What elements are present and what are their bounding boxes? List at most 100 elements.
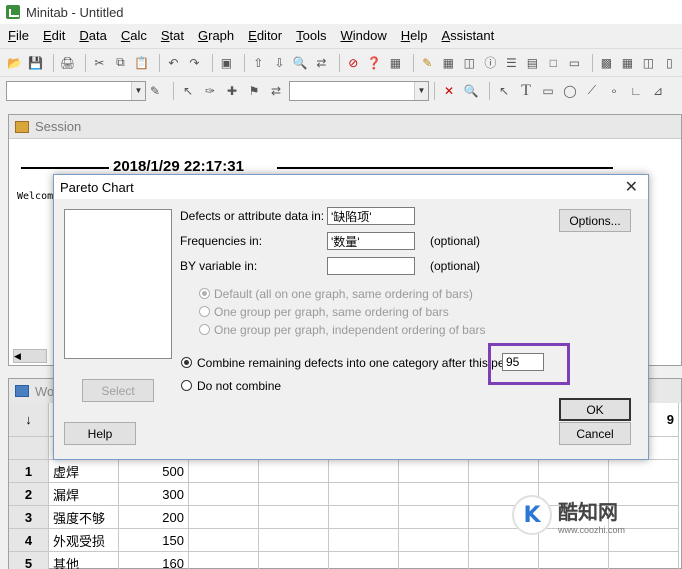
row-number[interactable]: 4 bbox=[9, 529, 49, 552]
ellipse-tool-icon[interactable]: ◯ bbox=[561, 82, 579, 100]
window-icon[interactable]: ▣ bbox=[218, 54, 235, 72]
radio-do-not-combine[interactable] bbox=[181, 380, 192, 391]
table-cell[interactable]: 300 bbox=[119, 483, 189, 506]
table-cell[interactable]: 500 bbox=[119, 460, 189, 483]
table-cell[interactable] bbox=[329, 506, 399, 529]
options-button[interactable]: Options... bbox=[559, 209, 631, 232]
arrow-up-icon[interactable]: ⇧ bbox=[250, 54, 267, 72]
table-cell[interactable] bbox=[609, 460, 679, 483]
menu-assistant[interactable]: Assistant bbox=[441, 28, 494, 43]
variable-listbox[interactable] bbox=[64, 209, 172, 359]
history-icon[interactable]: ☰ bbox=[503, 54, 520, 72]
text-tool-icon[interactable]: T bbox=[517, 82, 535, 100]
radio-default-ordering[interactable] bbox=[199, 288, 210, 299]
menu-data[interactable]: Data bbox=[79, 28, 106, 43]
radio-combine-defects[interactable] bbox=[181, 357, 192, 368]
menu-edit[interactable]: Edit bbox=[43, 28, 65, 43]
rotate-icon[interactable]: ⇄ bbox=[267, 82, 285, 100]
graph-item-combo[interactable]: ▼ bbox=[6, 80, 146, 101]
table-cell[interactable]: 外观受损 bbox=[49, 529, 119, 552]
assistant-icon[interactable]: ▦ bbox=[387, 54, 404, 72]
frequencies-field[interactable]: '数量' bbox=[327, 232, 415, 250]
arrow-down-icon[interactable]: ⇩ bbox=[271, 54, 288, 72]
close-icon[interactable]: ✕ bbox=[625, 177, 638, 197]
polyline-tool-icon[interactable]: ∟ bbox=[627, 82, 645, 100]
table-cell[interactable] bbox=[399, 506, 469, 529]
line-tool-icon[interactable]: ⟋ bbox=[583, 82, 601, 100]
undo-icon[interactable]: ↶ bbox=[165, 54, 182, 72]
table-cell[interactable]: 150 bbox=[119, 529, 189, 552]
table-cell[interactable] bbox=[259, 529, 329, 552]
table-cell[interactable]: 160 bbox=[119, 552, 189, 569]
table-cell[interactable] bbox=[189, 506, 259, 529]
menu-graph[interactable]: Graph bbox=[198, 28, 234, 43]
select-arrow-icon[interactable]: ↖ bbox=[179, 82, 197, 100]
table-cell[interactable] bbox=[329, 483, 399, 506]
table-cell[interactable] bbox=[259, 460, 329, 483]
table-cell[interactable] bbox=[399, 460, 469, 483]
chevron-down-icon[interactable]: ▼ bbox=[131, 81, 145, 100]
cancel-icon[interactable]: ⊘ bbox=[345, 54, 362, 72]
select-button[interactable]: Select bbox=[82, 379, 154, 402]
brush-icon[interactable]: ✑ bbox=[201, 82, 219, 100]
byvar-field[interactable] bbox=[327, 257, 415, 275]
menu-editor[interactable]: Editor bbox=[248, 28, 282, 43]
info-icon[interactable]: ⓘ bbox=[482, 54, 499, 72]
table-cell[interactable] bbox=[539, 552, 609, 569]
table-cell[interactable] bbox=[189, 460, 259, 483]
report-icon[interactable]: ▤ bbox=[524, 54, 541, 72]
find-icon[interactable]: 🔍 bbox=[292, 54, 309, 72]
row-number[interactable] bbox=[9, 437, 49, 460]
cut-icon[interactable]: ✂ bbox=[91, 54, 108, 72]
table-cell[interactable]: 200 bbox=[119, 506, 189, 529]
defects-field[interactable]: '缺陷项' bbox=[327, 207, 415, 225]
help-icon[interactable]: ❓ bbox=[366, 54, 383, 72]
table-cell[interactable] bbox=[189, 552, 259, 569]
table-cell[interactable] bbox=[259, 483, 329, 506]
table-cell[interactable]: 强度不够 bbox=[49, 506, 119, 529]
font-combo[interactable]: ▼ bbox=[289, 80, 429, 101]
table-cell[interactable] bbox=[469, 552, 539, 569]
table-cell[interactable] bbox=[539, 460, 609, 483]
copy-icon[interactable]: ⧉ bbox=[112, 54, 129, 72]
table-cell[interactable] bbox=[399, 552, 469, 569]
table-cell[interactable]: 虚焊 bbox=[49, 460, 119, 483]
table-cell[interactable] bbox=[329, 552, 399, 569]
table-cell[interactable] bbox=[329, 529, 399, 552]
table-cell[interactable]: 漏焊 bbox=[49, 483, 119, 506]
table-cell[interactable] bbox=[259, 506, 329, 529]
grid-icon[interactable]: ▦ bbox=[619, 54, 636, 72]
help-button[interactable]: Help bbox=[64, 422, 136, 445]
menu-help[interactable]: Help bbox=[401, 28, 428, 43]
table-cell[interactable] bbox=[189, 529, 259, 552]
worksheet-icon[interactable]: ▦ bbox=[440, 54, 457, 72]
row-number[interactable]: 3 bbox=[9, 506, 49, 529]
session-scrollbar[interactable]: ◀ bbox=[13, 349, 47, 363]
tile-icon[interactable]: ▯ bbox=[661, 54, 678, 72]
menu-window[interactable]: Window bbox=[340, 28, 386, 43]
delete-icon[interactable]: ✕ bbox=[440, 82, 458, 100]
layout-icon[interactable]: ▩ bbox=[598, 54, 615, 72]
row-number[interactable]: 2 bbox=[9, 483, 49, 506]
table-cell[interactable] bbox=[399, 483, 469, 506]
chevron-down-icon[interactable]: ▼ bbox=[414, 81, 428, 100]
table-cell[interactable] bbox=[189, 483, 259, 506]
split-icon[interactable]: ◫ bbox=[640, 54, 657, 72]
table-cell[interactable]: 其他 bbox=[49, 552, 119, 569]
edit-item-icon[interactable]: ✎ bbox=[146, 82, 164, 100]
polygon-tool-icon[interactable]: ⊿ bbox=[649, 82, 667, 100]
replace-icon[interactable]: ⇄ bbox=[313, 54, 330, 72]
graphs-icon[interactable]: ◫ bbox=[461, 54, 478, 72]
flag-icon[interactable]: ⚑ bbox=[245, 82, 263, 100]
row-number[interactable]: 5 bbox=[9, 552, 49, 569]
redo-icon[interactable]: ↷ bbox=[186, 54, 203, 72]
ok-button[interactable]: OK bbox=[559, 398, 631, 421]
zoom-icon[interactable]: 🔍 bbox=[462, 82, 480, 100]
scroll-left-icon[interactable]: ◀ bbox=[14, 351, 21, 362]
pointer-icon[interactable]: ↖ bbox=[495, 82, 513, 100]
paste-icon[interactable]: 📋 bbox=[133, 54, 150, 72]
cancel-button[interactable]: Cancel bbox=[559, 422, 631, 445]
menu-file[interactable]: File bbox=[8, 28, 29, 43]
menu-stat[interactable]: Stat bbox=[161, 28, 184, 43]
rectangle-tool-icon[interactable]: ▭ bbox=[539, 82, 557, 100]
